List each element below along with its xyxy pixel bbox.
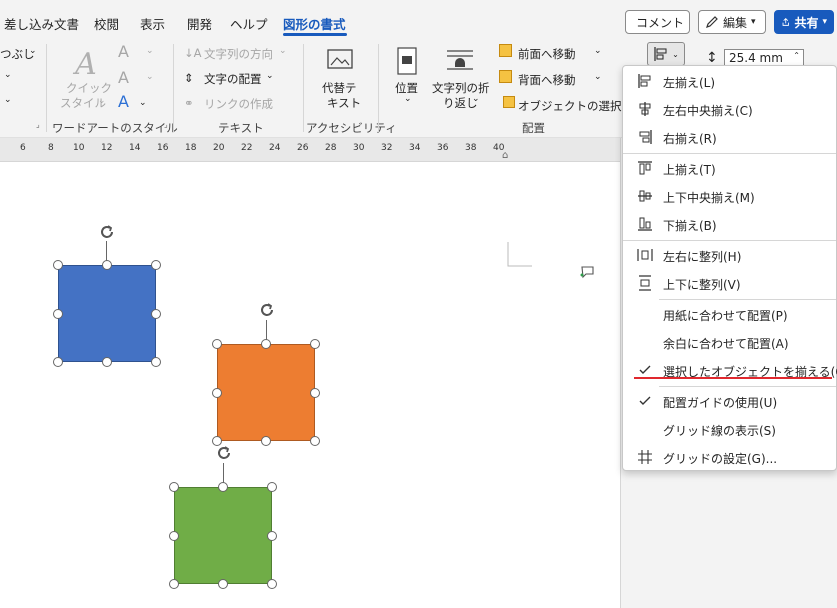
red-underline-annotation bbox=[634, 377, 832, 379]
menu-item-label: 下揃え(B) bbox=[663, 219, 717, 233]
resize-handle[interactable] bbox=[151, 309, 161, 319]
menu-separator bbox=[659, 299, 836, 300]
resize-handle[interactable] bbox=[102, 260, 112, 270]
resize-handle[interactable] bbox=[212, 388, 222, 398]
resize-handle[interactable] bbox=[310, 436, 320, 446]
resize-handle[interactable] bbox=[218, 579, 228, 589]
align-left-icon bbox=[638, 74, 651, 88]
resize-handle[interactable] bbox=[261, 339, 271, 349]
resize-handle[interactable] bbox=[169, 482, 179, 492]
resize-handle[interactable] bbox=[151, 357, 161, 367]
align-bottom-icon bbox=[638, 217, 652, 231]
menu-item-align-left[interactable]: 左揃え(L) bbox=[623, 68, 836, 94]
resize-handle[interactable] bbox=[310, 388, 320, 398]
check-icon bbox=[639, 365, 651, 374]
resize-handle[interactable] bbox=[267, 579, 277, 589]
resize-handle[interactable] bbox=[151, 260, 161, 270]
resize-handle[interactable] bbox=[169, 579, 179, 589]
menu-item-align-middle[interactable]: 上下中央揃え(M) bbox=[623, 183, 836, 209]
resize-handle[interactable] bbox=[212, 339, 222, 349]
menu-item-label: 右揃え(R) bbox=[663, 132, 717, 146]
edit-button-label: 編集 bbox=[723, 15, 748, 30]
align-center-icon bbox=[639, 102, 651, 116]
resize-handle[interactable] bbox=[267, 531, 277, 541]
check-icon bbox=[639, 396, 651, 405]
green-rectangle[interactable] bbox=[174, 487, 272, 584]
resize-handle[interactable] bbox=[53, 309, 63, 319]
shape-height-icon: ↕ bbox=[706, 50, 718, 66]
resize-handle[interactable] bbox=[53, 357, 63, 367]
share-button[interactable]: 共有 ▾ bbox=[774, 10, 834, 34]
blue-rectangle[interactable] bbox=[58, 265, 156, 362]
resize-handle[interactable] bbox=[261, 436, 271, 446]
chevron-down-icon: ▾ bbox=[822, 17, 827, 27]
resize-handle[interactable] bbox=[310, 339, 320, 349]
orange-rectangle[interactable] bbox=[217, 344, 315, 441]
rotate-handle-icon[interactable] bbox=[257, 300, 277, 320]
align-top-icon bbox=[638, 161, 652, 175]
distribute-horizontal-icon bbox=[637, 249, 653, 261]
menu-item-label: 左右中央揃え(C) bbox=[663, 104, 753, 118]
menu-item-align-bottom[interactable]: 下揃え(B) bbox=[623, 211, 836, 237]
resize-handle[interactable] bbox=[267, 482, 277, 492]
menu-item-label: 左右に整列(H) bbox=[663, 250, 742, 264]
menu-item-label: グリッドの設定(G)... bbox=[663, 452, 778, 466]
align-button[interactable]: ⌄ bbox=[647, 42, 685, 66]
align-right-icon bbox=[639, 130, 652, 144]
menu-item-label: 左揃え(L) bbox=[663, 76, 716, 90]
edit-button[interactable]: 編集 ▾ bbox=[698, 10, 766, 34]
menu-item-align-center[interactable]: 左右中央揃え(C) bbox=[623, 96, 836, 122]
menu-item-align-to-page[interactable]: 用紙に合わせて配置(P) bbox=[623, 301, 836, 327]
spin-up-icon[interactable]: ⌃ bbox=[793, 51, 800, 60]
menu-item-label: グリッド線の表示(S) bbox=[663, 424, 776, 438]
pencil-icon bbox=[706, 16, 718, 28]
share-button-label: 共有 bbox=[794, 15, 819, 30]
menu-item-label: 配置ガイドの使用(U) bbox=[663, 396, 778, 410]
align-middle-icon bbox=[638, 190, 652, 202]
chevron-down-icon: ⌄ bbox=[672, 49, 679, 59]
menu-item-label: 上下に整列(V) bbox=[663, 278, 741, 292]
align-left-icon bbox=[654, 47, 667, 61]
menu-item-label: 上下中央揃え(M) bbox=[663, 191, 755, 205]
menu-item-distribute-vertical[interactable]: 上下に整列(V) bbox=[623, 270, 836, 296]
align-dropdown-menu: 左揃え(L) 左右中央揃え(C) 右揃え(R) 上揃え(T) 上下中央揃え(M)… bbox=[622, 65, 837, 471]
distribute-vertical-icon bbox=[639, 275, 651, 291]
comment-button[interactable]: コメント bbox=[625, 10, 690, 34]
menu-separator bbox=[659, 386, 836, 387]
share-icon bbox=[782, 18, 789, 26]
resize-handle[interactable] bbox=[53, 260, 63, 270]
grid-icon bbox=[638, 450, 652, 464]
menu-item-label: 用紙に合わせて配置(P) bbox=[663, 309, 788, 323]
resize-handle[interactable] bbox=[218, 482, 228, 492]
chevron-down-icon: ▾ bbox=[751, 17, 756, 27]
menu-separator bbox=[623, 240, 836, 241]
shape-height-value: 25.4 mm bbox=[729, 51, 783, 65]
menu-item-align-right[interactable]: 右揃え(R) bbox=[623, 124, 836, 150]
menu-item-use-alignment-guides[interactable]: 配置ガイドの使用(U) bbox=[623, 388, 836, 414]
menu-item-grid-settings[interactable]: グリッドの設定(G)... bbox=[623, 444, 836, 470]
resize-handle[interactable] bbox=[169, 531, 179, 541]
menu-item-view-gridlines[interactable]: グリッド線の表示(S) bbox=[623, 416, 836, 442]
menu-item-align-selected-objects[interactable]: 選択したオブジェクトを揃える(O) bbox=[623, 357, 837, 383]
menu-item-align-to-margin[interactable]: 余白に合わせて配置(A) bbox=[623, 329, 836, 355]
menu-separator bbox=[623, 153, 836, 154]
shape-layer bbox=[0, 0, 620, 608]
rotate-handle-icon[interactable] bbox=[97, 222, 117, 242]
comment-button-label: コメント bbox=[636, 15, 685, 30]
menu-item-distribute-horizontal[interactable]: 左右に整列(H) bbox=[623, 242, 836, 268]
rotate-handle-icon[interactable] bbox=[214, 443, 234, 463]
menu-item-label: 余白に合わせて配置(A) bbox=[663, 337, 789, 351]
menu-item-label: 上揃え(T) bbox=[663, 163, 716, 177]
menu-item-align-top[interactable]: 上揃え(T) bbox=[623, 155, 836, 181]
resize-handle[interactable] bbox=[102, 357, 112, 367]
